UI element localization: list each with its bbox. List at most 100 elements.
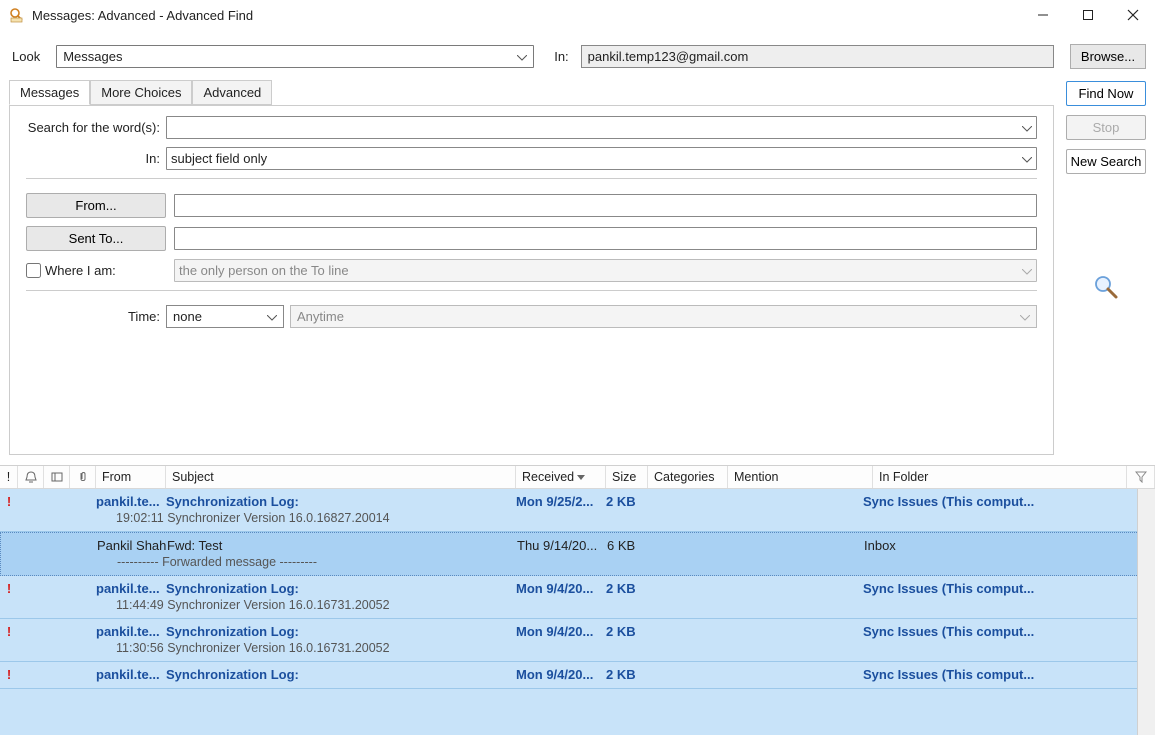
col-received[interactable]: Received <box>516 466 606 488</box>
tabs: Messages More Choices Advanced <box>9 80 1054 105</box>
chevron-down-icon <box>513 50 527 64</box>
side-buttons: Find Now Stop New Search <box>1066 81 1146 455</box>
col-categories[interactable]: Categories <box>648 466 728 488</box>
where-i-am-checkbox[interactable] <box>26 263 41 278</box>
row-size: 6 KB <box>607 538 649 553</box>
titlebar: Messages: Advanced - Advanced Find <box>0 0 1155 30</box>
chevron-down-icon <box>263 310 277 324</box>
row-folder: Inbox <box>864 538 1154 553</box>
minimize-button[interactable] <box>1020 0 1065 30</box>
col-size[interactable]: Size <box>606 466 648 488</box>
time-select-value: none <box>173 309 202 324</box>
form-panel: Search for the word(s): In: subject fiel… <box>9 105 1054 455</box>
row-size: 2 KB <box>606 624 648 639</box>
chevron-down-icon <box>1016 310 1030 324</box>
row-subject: Synchronization Log: <box>166 624 516 639</box>
vertical-scrollbar[interactable] <box>1137 489 1155 735</box>
row-subject: Synchronization Log: <box>166 494 516 509</box>
in-field-value: subject field only <box>171 151 267 166</box>
row-subject: Fwd: Test <box>167 538 517 553</box>
col-subject[interactable]: Subject <box>166 466 516 488</box>
find-now-button[interactable]: Find Now <box>1066 81 1146 106</box>
col-importance[interactable]: ! <box>0 466 18 488</box>
time-select[interactable]: none <box>166 305 284 328</box>
row-received: Mon 9/4/20... <box>516 624 606 639</box>
row-received: Thu 9/14/20... <box>517 538 607 553</box>
results-header: ! From Subject Received Size Categories … <box>0 466 1155 489</box>
tab-advanced[interactable]: Advanced <box>192 80 272 105</box>
col-in-folder[interactable]: In Folder <box>873 466 1127 488</box>
sent-to-button[interactable]: Sent To... <box>26 226 166 251</box>
results-panel: ! From Subject Received Size Categories … <box>0 465 1155 735</box>
close-button[interactable] <box>1110 0 1155 30</box>
search-words-label: Search for the word(s): <box>26 120 166 135</box>
app-icon <box>8 6 26 24</box>
magnifier-icon <box>1092 273 1120 304</box>
row-size: 2 KB <box>606 667 648 682</box>
col-attachment[interactable] <box>70 466 96 488</box>
row-subject: Synchronization Log: <box>166 667 516 682</box>
result-row[interactable]: !pankil.te...Synchronization Log:Mon 9/2… <box>0 489 1155 532</box>
result-row[interactable]: ! pankil.te...Synchronization Log:Mon 9/4… <box>0 619 1155 662</box>
col-from[interactable]: From <box>96 466 166 488</box>
col-mention[interactable]: Mention <box>728 466 873 488</box>
sent-to-input[interactable] <box>174 227 1037 250</box>
col-filter[interactable] <box>1127 466 1155 488</box>
row-from: pankil.te... <box>96 667 166 682</box>
row-folder: Sync Issues (This comput... <box>863 624 1155 639</box>
from-button[interactable]: From... <box>26 193 166 218</box>
row-preview: 11:30:56 Synchronizer Version 16.0.16731… <box>0 641 1155 655</box>
new-search-button[interactable]: New Search <box>1066 149 1146 174</box>
time-value: Anytime <box>297 309 344 324</box>
row-subject: Synchronization Log: <box>166 581 516 596</box>
row-preview: ---------- Forwarded message --------- <box>1 555 1154 569</box>
row-folder: Sync Issues (This comput... <box>863 581 1155 596</box>
row-from: Pankil Shah <box>97 538 167 553</box>
time-value-select: Anytime <box>290 305 1037 328</box>
look-label: Look <box>12 49 46 64</box>
in-folder-field[interactable]: pankil.temp123@gmail.com <box>581 45 1054 68</box>
row-from: pankil.te... <box>96 494 166 509</box>
where-value: the only person on the To line <box>179 263 349 278</box>
tab-messages[interactable]: Messages <box>9 80 90 105</box>
results-list: !pankil.te...Synchronization Log:Mon 9/2… <box>0 489 1155 689</box>
in-value: pankil.temp123@gmail.com <box>588 49 749 64</box>
col-icon[interactable] <box>44 466 70 488</box>
window-title: Messages: Advanced - Advanced Find <box>32 8 253 23</box>
separator <box>26 290 1037 291</box>
main-area: Messages More Choices Advanced Search fo… <box>0 69 1155 465</box>
sort-desc-icon <box>577 470 585 484</box>
lookup-row: Look Messages In: pankil.temp123@gmail.c… <box>0 30 1155 69</box>
row-from: pankil.te... <box>96 581 166 596</box>
row-received: Mon 9/4/20... <box>516 667 606 682</box>
window-controls <box>1020 0 1155 30</box>
row-from: pankil.te... <box>96 624 166 639</box>
importance-icon: ! <box>0 624 18 639</box>
look-value: Messages <box>63 49 122 64</box>
importance-icon: ! <box>0 667 18 682</box>
tab-more-choices[interactable]: More Choices <box>90 80 192 105</box>
importance-icon: ! <box>0 494 18 509</box>
look-select[interactable]: Messages <box>56 45 534 68</box>
time-label: Time: <box>26 309 166 324</box>
where-i-am-label: Where I am: <box>45 263 116 278</box>
browse-button[interactable]: Browse... <box>1070 44 1146 69</box>
row-folder: Sync Issues (This comput... <box>863 667 1155 682</box>
row-preview: 19:02:11 Synchronizer Version 16.0.16827… <box>0 511 1155 525</box>
where-select: the only person on the To line <box>174 259 1037 282</box>
search-words-input[interactable] <box>166 116 1037 139</box>
row-size: 2 KB <box>606 494 648 509</box>
row-received: Mon 9/4/20... <box>516 581 606 596</box>
row-folder: Sync Issues (This comput... <box>863 494 1155 509</box>
row-preview: 11:44:49 Synchronizer Version 16.0.16731… <box>0 598 1155 612</box>
maximize-button[interactable] <box>1065 0 1110 30</box>
result-row[interactable]: ! pankil.te...Synchronization Log:Mon 9/4… <box>0 576 1155 619</box>
chevron-down-icon <box>1018 152 1032 166</box>
importance-icon: ! <box>0 581 18 596</box>
from-input[interactable] <box>174 194 1037 217</box>
col-reminder[interactable] <box>18 466 44 488</box>
row-size: 2 KB <box>606 581 648 596</box>
result-row[interactable]: Pankil ShahFwd: TestThu 9/14/20...6 KB In… <box>0 532 1155 576</box>
result-row[interactable]: ! pankil.te...Synchronization Log:Mon 9/4… <box>0 662 1155 689</box>
in-field-select[interactable]: subject field only <box>166 147 1037 170</box>
